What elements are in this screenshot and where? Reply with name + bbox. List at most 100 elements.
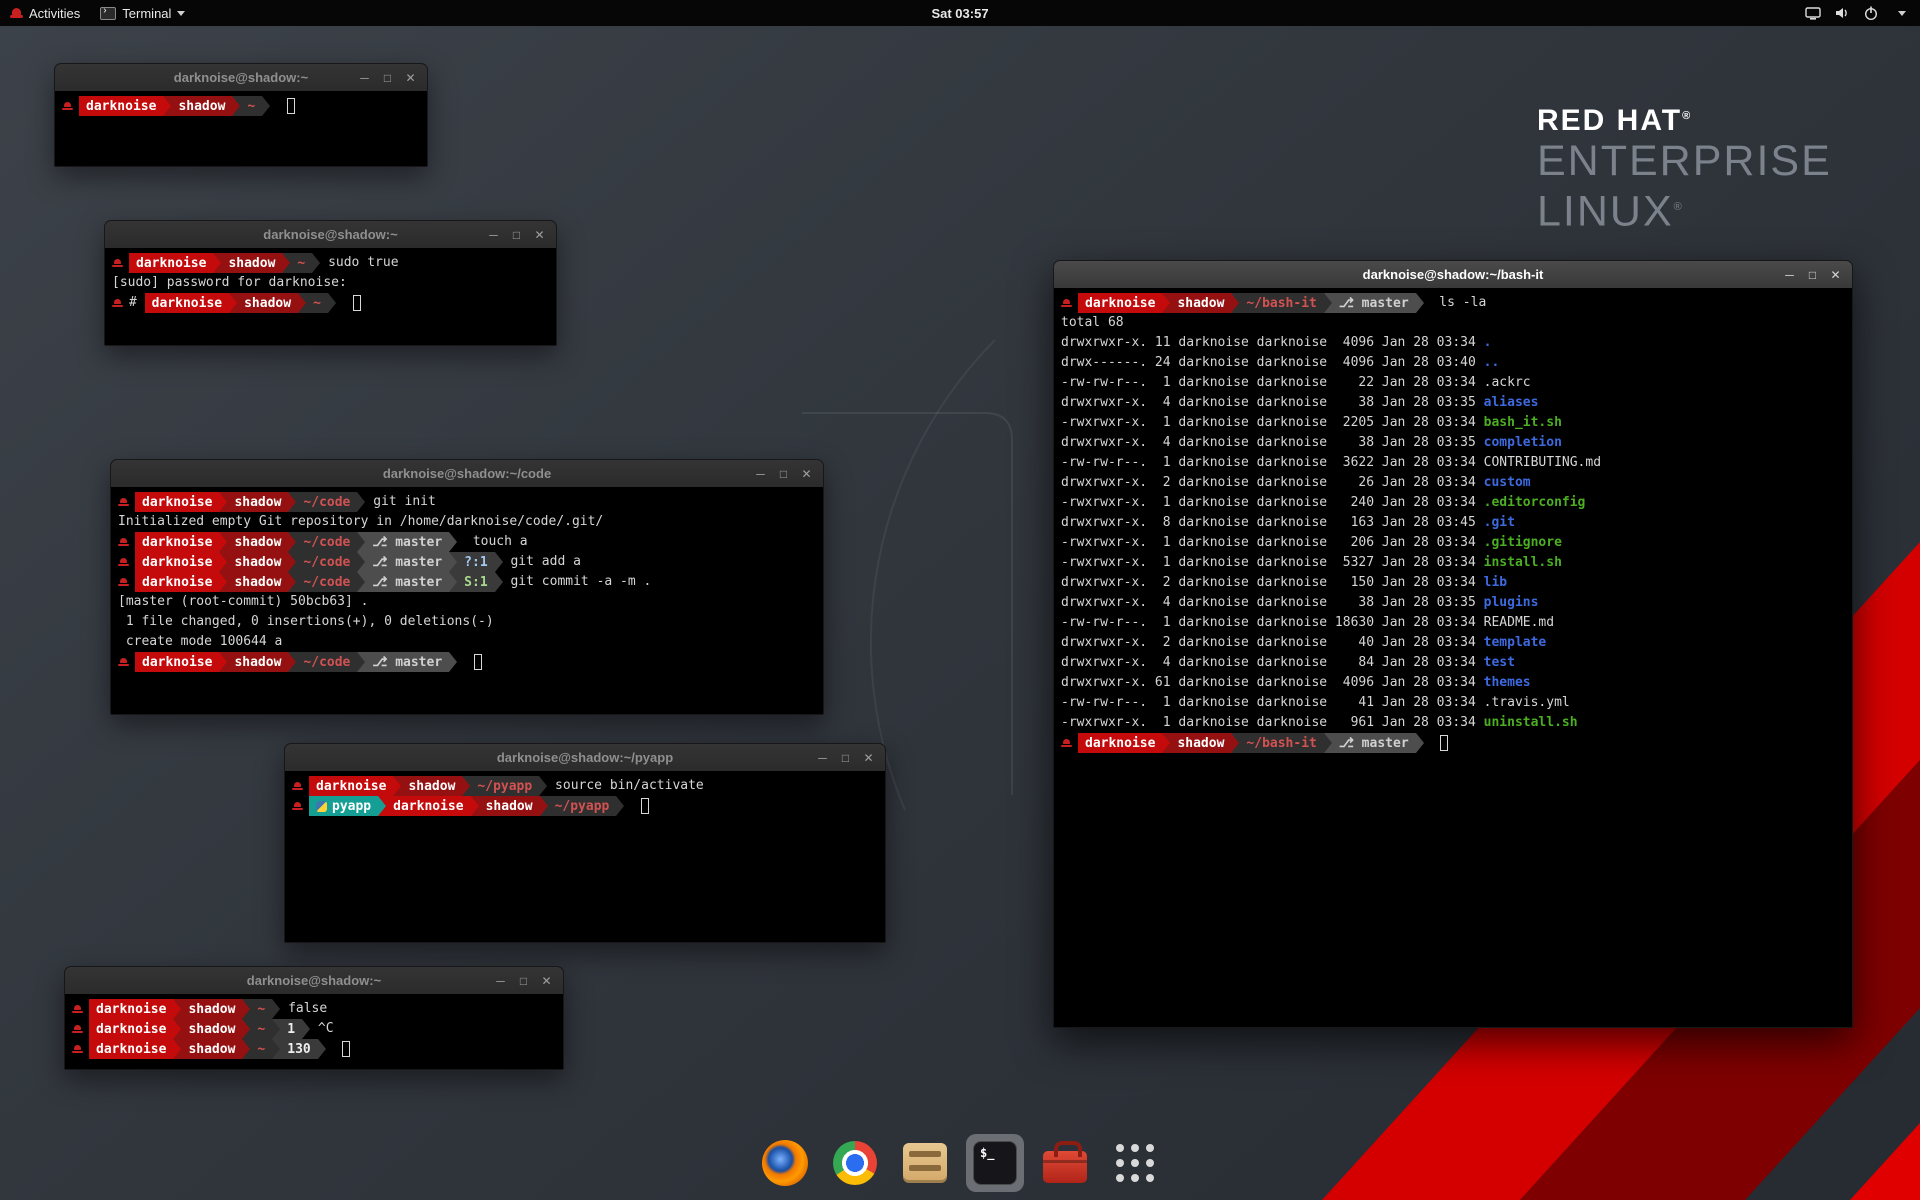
window-titlebar[interactable]: darknoise@shadow:~/code─□✕ bbox=[111, 460, 823, 487]
terminal-text: -rw-rw-r--. 1 darknoise darknoise 22 Jan… bbox=[1061, 373, 1484, 393]
prompt-segment: ⎇ master bbox=[1332, 733, 1416, 753]
terminal-text: custom bbox=[1484, 473, 1531, 493]
window-titlebar[interactable]: darknoise@shadow:~/pyapp─□✕ bbox=[285, 744, 885, 771]
terminal-line: darknoiseshadow~/code⎇ master touch a bbox=[118, 532, 816, 552]
window-titlebar[interactable]: darknoise@shadow:~─□✕ bbox=[55, 64, 427, 91]
terminal-text: create mode 100644 a bbox=[118, 632, 282, 652]
terminal-line: -rwxrwxr-x. 1 darknoise darknoise 961 Ja… bbox=[1061, 713, 1845, 733]
terminal-cursor bbox=[353, 295, 361, 311]
terminal-text: bash_it.sh bbox=[1484, 413, 1562, 433]
redhat-prompt-icon bbox=[118, 492, 135, 512]
terminal-line: drwxrwxr-x. 4 darknoise darknoise 38 Jan… bbox=[1061, 433, 1845, 453]
close-button[interactable]: ✕ bbox=[1827, 268, 1844, 282]
close-button[interactable]: ✕ bbox=[538, 974, 555, 988]
terminal-content[interactable]: darknoiseshadow~ bbox=[55, 91, 427, 166]
maximize-button[interactable]: □ bbox=[515, 974, 532, 988]
redhat-prompt-icon bbox=[1061, 293, 1078, 313]
terminal-window[interactable]: darknoise@shadow:~/pyapp─□✕darknoiseshad… bbox=[284, 743, 886, 943]
maximize-button[interactable]: □ bbox=[508, 228, 525, 242]
terminal-text: drwxrwxr-x. 4 darknoise darknoise 38 Jan… bbox=[1061, 433, 1484, 453]
dock-item-terminal[interactable] bbox=[966, 1134, 1024, 1192]
terminal-content[interactable]: darknoiseshadow~/pyapp source bin/activa… bbox=[285, 771, 885, 942]
dock bbox=[756, 1134, 1164, 1192]
terminal-text: themes bbox=[1484, 673, 1531, 693]
maximize-button[interactable]: □ bbox=[379, 71, 396, 85]
terminal-line: drwxrwxr-x. 4 darknoise darknoise 38 Jan… bbox=[1061, 593, 1845, 613]
powerline-arrow bbox=[213, 253, 221, 273]
close-button[interactable]: ✕ bbox=[531, 228, 548, 242]
prompt-segment: ~ bbox=[250, 1039, 272, 1059]
close-button[interactable]: ✕ bbox=[798, 467, 815, 481]
power-icon bbox=[1863, 5, 1879, 21]
powerline-arrow bbox=[173, 1039, 181, 1059]
terminal-content[interactable]: darknoiseshadow~ sudo true[sudo] passwor… bbox=[105, 248, 556, 345]
prompt-segment: ~/code bbox=[296, 572, 357, 592]
terminal-line: darknoiseshadow~/bash-it⎇ master ls -la bbox=[1061, 293, 1845, 313]
terminal-content[interactable]: darknoiseshadow~/code git initInitialize… bbox=[111, 487, 823, 714]
app-menu-terminal[interactable]: Terminal bbox=[90, 0, 195, 26]
powerline-arrow bbox=[219, 532, 227, 552]
terminal-text: [sudo] password for darknoise: bbox=[112, 273, 355, 293]
powerline-arrow bbox=[378, 796, 386, 816]
terminal-text: -rwxrwxr-x. 1 darknoise darknoise 240 Ja… bbox=[1061, 493, 1484, 513]
close-button[interactable]: ✕ bbox=[402, 71, 419, 85]
window-buttons: ─ □ ✕ bbox=[752, 460, 815, 487]
minimize-button[interactable]: ─ bbox=[485, 228, 502, 242]
prompt-segment: 130 bbox=[280, 1039, 317, 1059]
minimize-button[interactable]: ─ bbox=[356, 71, 373, 85]
powerline-arrow bbox=[495, 572, 503, 592]
window-titlebar[interactable]: darknoise@shadow:~─□✕ bbox=[105, 221, 556, 248]
terminal-content[interactable]: darknoiseshadow~/bash-it⎇ master ls -lat… bbox=[1054, 288, 1852, 1027]
powerline-arrow bbox=[393, 776, 401, 796]
prompt-segment: shadow bbox=[221, 253, 282, 273]
clock[interactable]: Sat 03:57 bbox=[931, 6, 988, 21]
terminal-text: template bbox=[1484, 633, 1547, 653]
terminal-app-icon bbox=[100, 7, 116, 20]
window-titlebar[interactable]: darknoise@shadow:~/bash-it─□✕ bbox=[1054, 261, 1852, 288]
terminal-window[interactable]: darknoise@shadow:~/code─□✕darknoiseshado… bbox=[110, 459, 824, 715]
terminal-text: drwx------. 24 darknoise darknoise 4096 … bbox=[1061, 353, 1484, 373]
terminal-line: # darknoiseshadow~ bbox=[112, 293, 549, 313]
prompt-segment: shadow bbox=[1170, 733, 1231, 753]
close-button[interactable]: ✕ bbox=[860, 751, 877, 765]
terminal-text: source bin/activate bbox=[547, 776, 704, 796]
window-titlebar[interactable]: darknoise@shadow:~─□✕ bbox=[65, 967, 563, 994]
terminal-window[interactable]: darknoise@shadow:~/bash-it─□✕darknoisesh… bbox=[1053, 260, 1853, 1028]
prompt-segment: ~/pyapp bbox=[548, 796, 617, 816]
terminal-line: total 68 bbox=[1061, 313, 1845, 333]
dock-item-chrome[interactable] bbox=[826, 1134, 884, 1192]
terminal-text: .editorconfig bbox=[1484, 493, 1586, 513]
minimize-button[interactable]: ─ bbox=[814, 751, 831, 765]
activities-button[interactable]: Activities bbox=[0, 0, 90, 26]
dock-item-app-grid[interactable] bbox=[1106, 1134, 1164, 1192]
terminal-text: drwxrwxr-x. 2 darknoise darknoise 26 Jan… bbox=[1061, 473, 1484, 493]
terminal-window[interactable]: darknoise@shadow:~─□✕darknoiseshadow~ su… bbox=[104, 220, 557, 346]
terminal-text: 1 file changed, 0 insertions(+), 0 delet… bbox=[118, 612, 494, 632]
minimize-button[interactable]: ─ bbox=[1781, 268, 1798, 282]
terminal-line: darknoiseshadow~ false bbox=[72, 999, 556, 1019]
maximize-button[interactable]: □ bbox=[775, 467, 792, 481]
prompt-segment: shadow bbox=[227, 492, 288, 512]
prompt-segment: ⎇ master bbox=[365, 532, 449, 552]
maximize-button[interactable]: □ bbox=[1804, 268, 1821, 282]
prompt-segment: shadow bbox=[181, 999, 242, 1019]
terminal-window[interactable]: darknoise@shadow:~─□✕darknoiseshadow~ fa… bbox=[64, 966, 564, 1070]
terminal-text: # bbox=[129, 293, 145, 313]
minimize-button[interactable]: ─ bbox=[752, 467, 769, 481]
redhat-prompt-icon bbox=[118, 532, 135, 552]
terminal-window[interactable]: darknoise@shadow:~─□✕darknoiseshadow~ bbox=[54, 63, 428, 167]
terminal-content[interactable]: darknoiseshadow~ falsedarknoiseshadow~1 … bbox=[65, 994, 563, 1069]
redhat-prompt-icon bbox=[292, 796, 309, 816]
prompt-segment: ⎇ master bbox=[365, 652, 449, 672]
dock-item-firefox[interactable] bbox=[756, 1134, 814, 1192]
redhat-prompt-icon bbox=[112, 253, 129, 273]
powerline-arrow bbox=[288, 552, 296, 572]
terminal-line: drwxrwxr-x. 2 darknoise darknoise 150 Ja… bbox=[1061, 573, 1845, 593]
terminal-cursor bbox=[1440, 735, 1448, 751]
dock-item-files[interactable] bbox=[896, 1134, 954, 1192]
dock-item-toolbox[interactable] bbox=[1036, 1134, 1094, 1192]
system-status-area[interactable] bbox=[1805, 5, 1920, 21]
prompt-segment: pyapp bbox=[309, 796, 378, 816]
maximize-button[interactable]: □ bbox=[837, 751, 854, 765]
minimize-button[interactable]: ─ bbox=[492, 974, 509, 988]
